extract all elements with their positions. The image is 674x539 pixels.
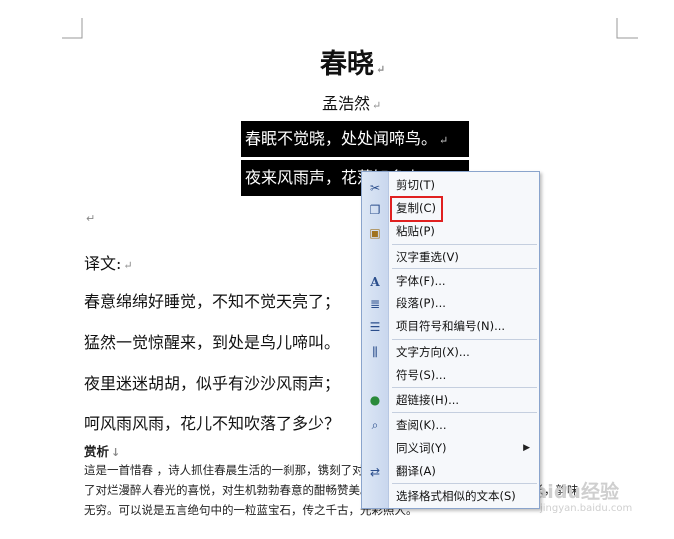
context-menu: ✂ 剪切(T) ❐ 复制(C) ▣ 粘贴(P) 汉字重选(V) A 字体(F).… bbox=[361, 171, 540, 509]
menu-separator bbox=[392, 483, 537, 484]
menu-separator bbox=[392, 412, 537, 413]
menu-item-select-similar-formatting[interactable]: 选择格式相似的文本(S) bbox=[388, 485, 538, 507]
menu-item-hyperlink[interactable]: 超链接(H)... bbox=[388, 389, 538, 411]
submenu-arrow-icon: ▶ bbox=[523, 443, 530, 453]
bullets-icon: ☰ bbox=[369, 320, 381, 334]
selected-poem-line-1[interactable]: 春眠不觉晓，处处闻啼鸟。 ↵ bbox=[241, 121, 469, 157]
paragraph-mark-icon: ↵ bbox=[86, 212, 96, 225]
menu-item-research[interactable]: 查阅(K)... bbox=[388, 414, 538, 436]
paragraph-mark-icon: ↵ bbox=[376, 63, 386, 76]
paragraph-mark-icon: ↵ bbox=[372, 99, 382, 112]
menu-item-text-direction[interactable]: 文字方向(X)... bbox=[388, 341, 538, 363]
menu-icon-gutter bbox=[362, 172, 389, 508]
font-icon: A bbox=[370, 275, 380, 289]
poem-author: 孟浩然 ↵ bbox=[322, 94, 382, 113]
menu-separator bbox=[392, 244, 537, 245]
menu-item-paste[interactable]: 粘贴(P) bbox=[388, 220, 538, 242]
watermark-url: jingyan.baidu.com bbox=[540, 503, 633, 514]
paste-icon: ▣ bbox=[369, 226, 381, 240]
menu-item-cut[interactable]: 剪切(T) bbox=[388, 174, 538, 196]
menu-item-symbol[interactable]: 符号(S)... bbox=[388, 364, 538, 386]
appreciation-heading: 赏析 ↓ bbox=[84, 444, 121, 459]
translation-line: 猛然一觉惊醒来，到处是鸟儿啼叫。 bbox=[84, 333, 341, 352]
paragraph-icon: ≣ bbox=[369, 297, 381, 311]
translate-icon: ⇄ bbox=[369, 465, 381, 479]
menu-separator bbox=[392, 268, 537, 269]
translation-heading: 译文: ↵ bbox=[84, 254, 133, 273]
translation-line: 春意绵绵好睡觉，不知不觉天亮了； bbox=[84, 292, 341, 311]
scissors-icon: ✂ bbox=[369, 181, 381, 195]
text-direction-icon: ⫼ bbox=[372, 345, 378, 359]
menu-separator bbox=[392, 339, 537, 340]
menu-item-synonyms[interactable]: 同义词(Y) ▶ bbox=[388, 437, 538, 459]
poem-title: 春晓 ↵ bbox=[320, 49, 386, 80]
copy-icon: ❐ bbox=[369, 203, 381, 217]
paragraph-mark-icon: ↵ bbox=[439, 134, 449, 147]
hyperlink-icon: ● bbox=[369, 393, 381, 407]
translation-line: 呵风雨风雨，花儿不知吹落了多少？ bbox=[84, 414, 341, 433]
research-icon: ⌕ bbox=[371, 418, 379, 432]
menu-separator bbox=[392, 387, 537, 388]
crop-mark-top-right bbox=[616, 18, 638, 39]
copy-highlight-box bbox=[390, 196, 443, 222]
menu-item-bullets-numbering[interactable]: 项目符号和编号(N)... bbox=[388, 315, 538, 337]
translation-line: 夜里迷迷胡胡，似乎有沙沙风雨声； bbox=[84, 374, 341, 393]
crop-mark-top-left bbox=[62, 18, 83, 39]
menu-item-paragraph[interactable]: 段落(P)... bbox=[388, 292, 538, 314]
menu-item-reconvert[interactable]: 汉字重选(V) bbox=[388, 246, 538, 268]
menu-item-font[interactable]: 字体(F)... bbox=[388, 270, 538, 292]
menu-item-translate[interactable]: 翻译(A) bbox=[388, 460, 538, 482]
